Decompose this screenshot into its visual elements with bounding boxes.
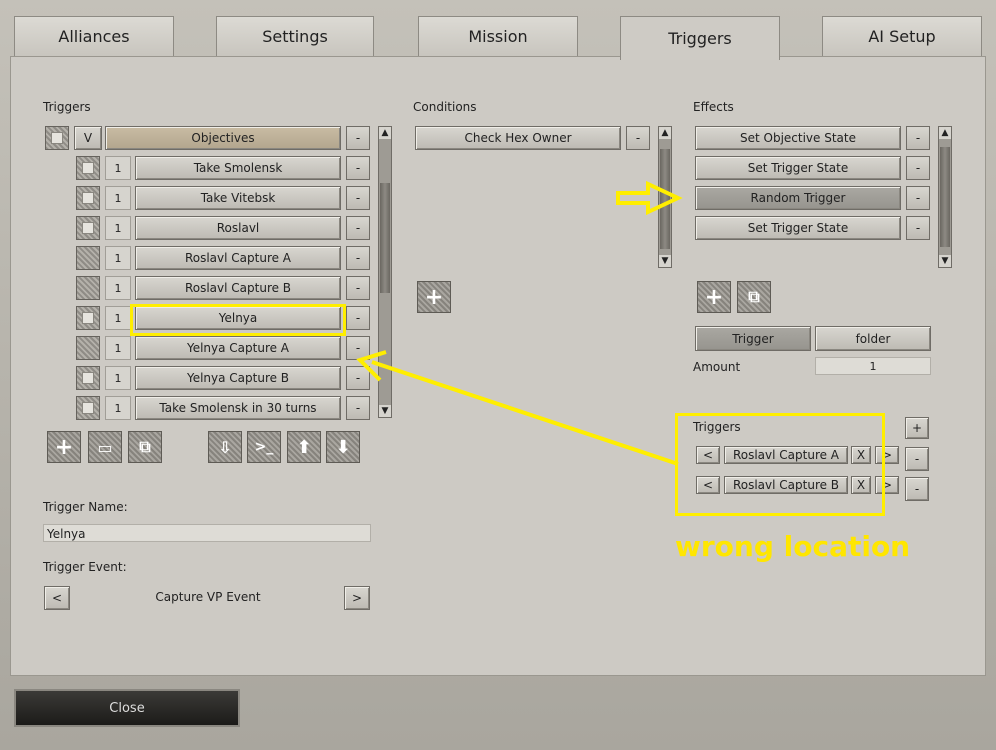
close-button[interactable]: Close: [14, 689, 240, 727]
annotation-arrows: [356, 180, 683, 466]
annotation-block-arrow: [616, 180, 683, 216]
annotation-arrow-line: [371, 360, 679, 466]
tab-triggers[interactable]: Triggers: [620, 16, 780, 60]
